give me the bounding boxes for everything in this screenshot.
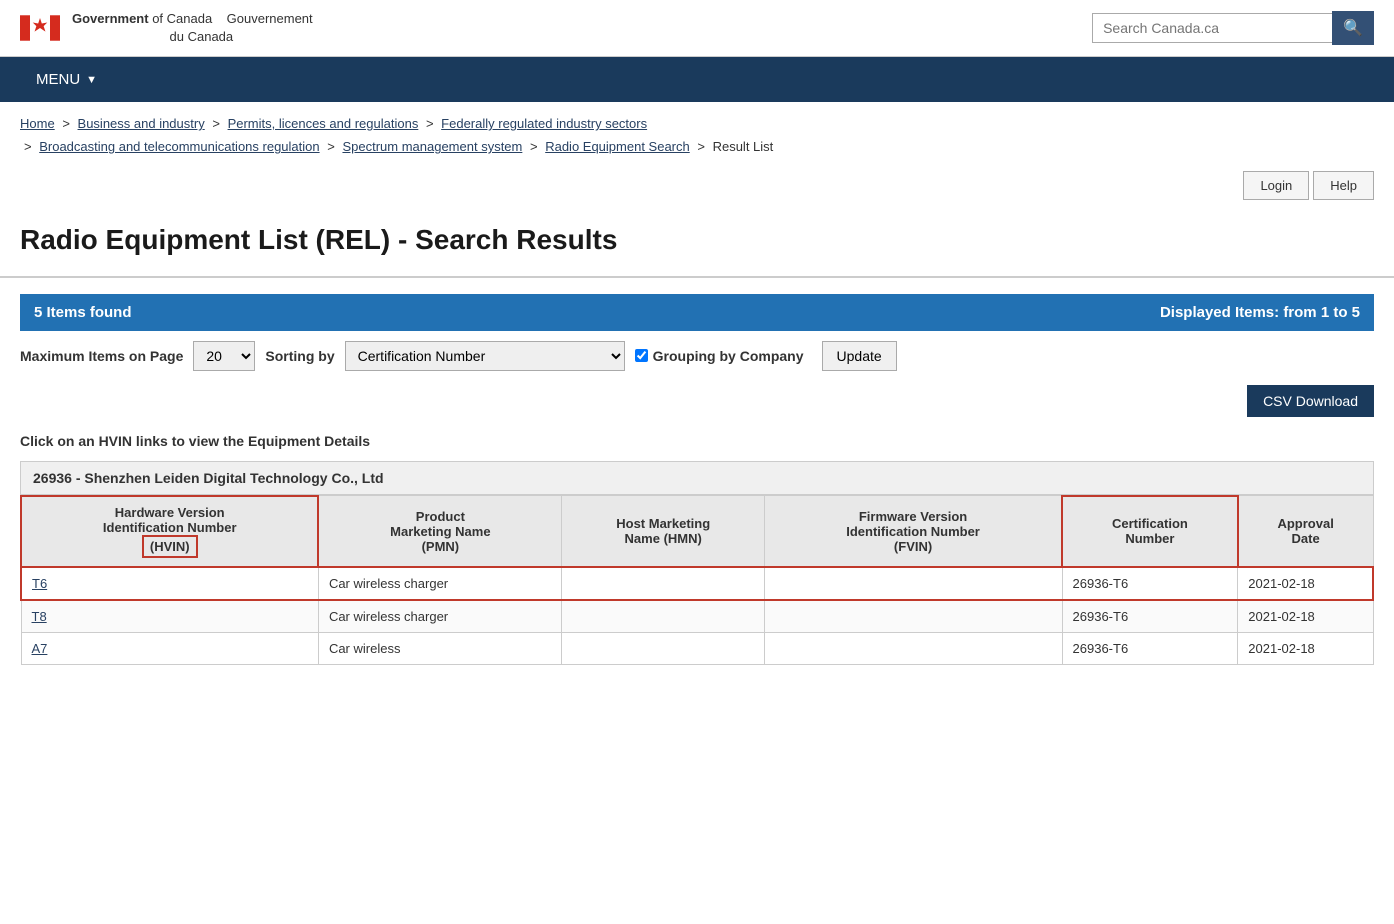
sorting-select[interactable]: Certification Number Approval Date Compa… xyxy=(345,341,625,371)
displayed-items: Displayed Items: from 1 to 5 xyxy=(1160,304,1360,321)
csv-download-button[interactable]: CSV Download xyxy=(1247,385,1374,417)
gov-en: Government xyxy=(72,11,149,26)
canada-flag xyxy=(20,8,60,48)
max-items-label: Maximum Items on Page xyxy=(20,348,183,364)
breadcrumb-home[interactable]: Home xyxy=(20,116,55,131)
cell-hvin: T6 xyxy=(21,567,318,600)
table-row: T8 Car wireless charger 26936-T62021-02-18 xyxy=(21,600,1373,633)
breadcrumb-radio-equipment[interactable]: Radio Equipment Search xyxy=(545,139,690,154)
cell-hvin: T8 xyxy=(21,600,318,633)
menu-arrow-icon: ▼ xyxy=(86,74,97,86)
hvin-link[interactable]: T6 xyxy=(32,576,47,591)
result-table: Hardware VersionIdentification Number(HV… xyxy=(20,495,1374,665)
table-wrapper: 26936 - Shenzhen Leiden Digital Technolo… xyxy=(0,461,1394,685)
cell-pmn: Car wireless charger xyxy=(318,567,561,600)
cell-date: 2021-02-18 xyxy=(1238,632,1373,664)
instruction-text: Click on an HVIN links to view the Equip… xyxy=(0,425,1394,461)
hvin-link[interactable]: A7 xyxy=(32,641,48,656)
cell-cert: 26936-T6 xyxy=(1062,600,1238,633)
cell-hmn xyxy=(562,632,765,664)
breadcrumb-broadcasting[interactable]: Broadcasting and telecommunications regu… xyxy=(39,139,319,154)
cell-cert: 26936-T6 xyxy=(1062,632,1238,664)
cell-fvin xyxy=(765,567,1062,600)
col-header-cert: CertificationNumber xyxy=(1062,496,1238,567)
col-header-approval: ApprovalDate xyxy=(1238,496,1373,567)
cell-hmn xyxy=(562,567,765,600)
grouping-label[interactable]: Grouping by Company xyxy=(635,348,804,364)
gov-text: Government of Canada Gouvernement du Can… xyxy=(72,10,313,46)
top-header: Government of Canada Gouvernement du Can… xyxy=(0,0,1394,57)
cell-date: 2021-02-18 xyxy=(1238,600,1373,633)
col-header-hvin: Hardware VersionIdentification Number(HV… xyxy=(21,496,318,567)
cell-hmn xyxy=(562,600,765,633)
logo-area: Government of Canada Gouvernement du Can… xyxy=(20,8,313,48)
max-items-select[interactable]: 20 50 100 xyxy=(193,341,255,371)
menu-label: MENU xyxy=(36,71,80,88)
breadcrumb: Home > Business and industry > Permits, … xyxy=(0,102,1394,163)
cell-pmn: Car wireless xyxy=(318,632,561,664)
cell-date: 2021-02-18 xyxy=(1238,567,1373,600)
cell-fvin xyxy=(765,632,1062,664)
login-button[interactable]: Login xyxy=(1243,171,1309,200)
gov-en2: of Canada xyxy=(152,11,212,26)
nav-bar: MENU ▼ xyxy=(0,57,1394,102)
search-input[interactable] xyxy=(1092,13,1332,43)
breadcrumb-permits[interactable]: Permits, licences and regulations xyxy=(228,116,419,131)
hvin-link[interactable]: T8 xyxy=(32,609,47,624)
cell-pmn: Car wireless charger xyxy=(318,600,561,633)
gov-fr: Gouvernement xyxy=(227,11,313,26)
col-header-fvin: Firmware VersionIdentification Number(FV… xyxy=(765,496,1062,567)
search-button[interactable]: 🔍 xyxy=(1332,11,1374,45)
auth-area: Login Help xyxy=(0,163,1394,208)
results-info-bar: 5 Items found Displayed Items: from 1 to… xyxy=(20,294,1374,331)
cell-fvin xyxy=(765,600,1062,633)
menu-button[interactable]: MENU ▼ xyxy=(20,57,113,102)
table-row: T6 Car wireless charger 26936-T62021-02-18 xyxy=(21,567,1373,600)
breadcrumb-business[interactable]: Business and industry xyxy=(78,116,205,131)
company-header: 26936 - Shenzhen Leiden Digital Technolo… xyxy=(20,461,1374,495)
breadcrumb-spectrum[interactable]: Spectrum management system xyxy=(342,139,522,154)
page-title: Radio Equipment List (REL) - Search Resu… xyxy=(20,224,1374,256)
controls-row: Maximum Items on Page 20 50 100 Sorting … xyxy=(0,331,1394,381)
breadcrumb-result-list: Result List xyxy=(713,139,774,154)
col-header-pmn: ProductMarketing Name(PMN) xyxy=(318,496,561,567)
sorting-label: Sorting by xyxy=(265,348,334,364)
cell-hvin: A7 xyxy=(21,632,318,664)
search-area: 🔍 xyxy=(1092,11,1374,45)
breadcrumb-federally[interactable]: Federally regulated industry sectors xyxy=(441,116,647,131)
page-title-area: Radio Equipment List (REL) - Search Resu… xyxy=(0,208,1394,278)
cell-cert: 26936-T6 xyxy=(1062,567,1238,600)
table-row: A7 Car wireless 26936-T62021-02-18 xyxy=(21,632,1373,664)
col-header-hmn: Host MarketingName (HMN) xyxy=(562,496,765,567)
csv-area: CSV Download xyxy=(0,381,1394,425)
help-button[interactable]: Help xyxy=(1313,171,1374,200)
items-found: 5 Items found xyxy=(34,304,132,321)
grouping-checkbox[interactable] xyxy=(635,349,648,362)
update-button[interactable]: Update xyxy=(822,341,897,371)
gov-fr2: du Canada xyxy=(170,29,234,44)
grouping-text: Grouping by Company xyxy=(653,348,804,364)
